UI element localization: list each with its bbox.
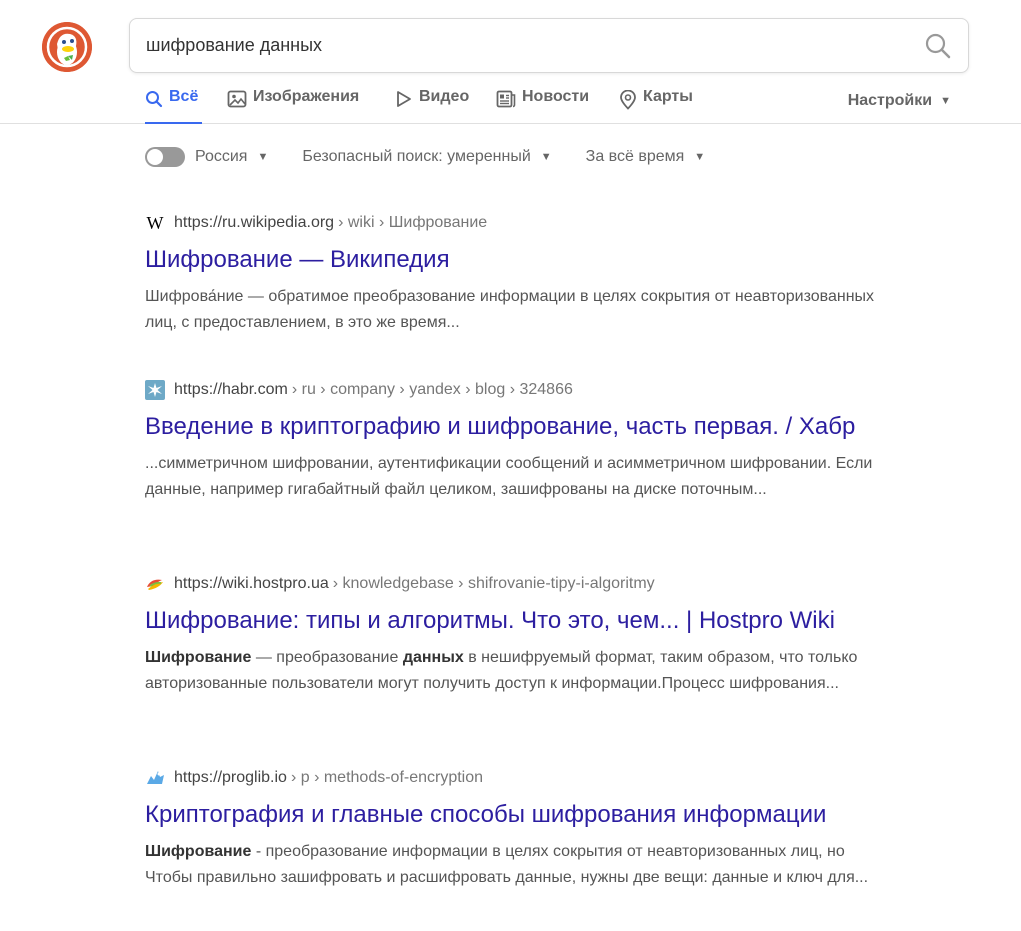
result-domain: https://wiki.hostpro.ua [174,575,329,592]
result-path: › ru › company › yandex › blog › 324866 [291,381,573,398]
search-tabs: Всё Изображения Видео Новости Карты Наст… [0,80,1021,124]
wikipedia-icon: W [146,212,164,233]
tab-label: Новости [522,88,590,105]
search-icon [146,91,163,108]
hostpro-icon [145,574,165,594]
result-url[interactable]: https://wiki.hostpro.ua › knowledgebase … [145,573,905,595]
search-bar [129,18,969,73]
tab-label: Изображения [253,88,360,105]
tab-label: Всё [169,88,199,105]
result-domain: https://proglib.io [174,769,287,786]
chevron-down-icon: ▼ [694,151,706,163]
snippet-highlight: Шифрование [145,843,252,860]
tab-label: Карты [643,88,693,105]
time-label: За всё время [585,148,685,165]
search-result: W https://ru.wikipedia.org › wiki › Шифр… [145,212,905,336]
region-filter[interactable]: Россия ▼ [195,148,268,166]
result-title-link[interactable]: Шифрование — Википедия [145,244,905,276]
tab-images[interactable]: Изображения [227,88,359,124]
map-pin-icon [620,90,636,110]
result-url[interactable]: https://proglib.io › p › methods-of-encr… [145,767,905,789]
snippet-text: ...симметричном шифровании, аутентификац… [145,455,873,498]
search-button[interactable] [924,32,952,60]
result-url[interactable]: https://habr.com › ru › company › yandex… [145,379,905,401]
image-icon [227,90,247,108]
result-path: › p › methods-of-encryption [290,769,484,786]
snippet-highlight: данных [402,649,464,666]
time-filter[interactable]: За всё время ▼ [586,148,706,166]
result-domain: https://habr.com [174,381,288,398]
search-input[interactable] [146,19,906,72]
settings-dropdown[interactable]: Настройки ▼ [848,92,951,110]
duckduckgo-logo[interactable] [42,22,92,72]
result-domain: https://ru.wikipedia.org [174,214,335,231]
region-label: Россия [195,148,248,165]
search-result: https://habr.com › ru › company › yandex… [145,379,905,503]
tab-all[interactable]: Всё [145,88,202,124]
chevron-down-icon: ▼ [940,95,951,107]
result-url[interactable]: W https://ru.wikipedia.org › wiki › Шифр… [145,212,905,234]
tab-video[interactable]: Видео [395,88,469,124]
region-toggle[interactable] [145,147,185,167]
tab-label: Видео [419,88,470,105]
result-snippet: Шифрование - преобразование информации в… [145,839,885,891]
search-result: https://wiki.hostpro.ua › knowledgebase … [145,573,905,697]
safe-search-filter[interactable]: Безопасный поиск: умеренный ▼ [302,148,551,166]
duck-icon [42,22,92,72]
result-title-link[interactable]: Шифрование: типы и алгоритмы. Что это, ч… [145,605,905,637]
result-snippet: Шифрование — преобразование данных в неш… [145,645,885,697]
filter-bar: Россия ▼ Безопасный поиск: умеренный ▼ З… [145,145,705,169]
safe-search-label: Безопасный поиск: умеренный [302,148,531,165]
snippet-text: Шифрова́ние — обратимое преобразование и… [145,288,875,331]
search-result: https://proglib.io › p › methods-of-encr… [145,767,905,891]
snippet-highlight: Шифрование [145,649,252,666]
result-snippet: Шифрова́ние — обратимое преобразование и… [145,284,885,336]
proglib-icon [145,768,165,788]
result-title-link[interactable]: Введение в криптографию и шифрование, ча… [145,411,905,443]
result-path: › knowledgebase › shifrovanie-tipy-i-alg… [332,575,655,592]
chevron-down-icon: ▼ [257,151,269,163]
result-snippet: ...симметричном шифровании, аутентификац… [145,451,885,503]
snippet-text: — преобразование [251,649,403,666]
result-path: › wiki › Шифрование [338,214,488,231]
search-icon [925,33,951,59]
chevron-down-icon: ▼ [540,151,552,163]
settings-label: Настройки [847,92,933,109]
snippet-text: - преобразование информации в целях сокр… [145,843,869,886]
tab-news[interactable]: Новости [496,88,589,124]
result-title-link[interactable]: Криптография и главные способы шифровани… [145,799,905,831]
play-icon [397,91,411,107]
newspaper-icon [496,90,516,108]
tab-maps[interactable]: Карты [619,88,693,124]
habr-icon [145,380,165,400]
